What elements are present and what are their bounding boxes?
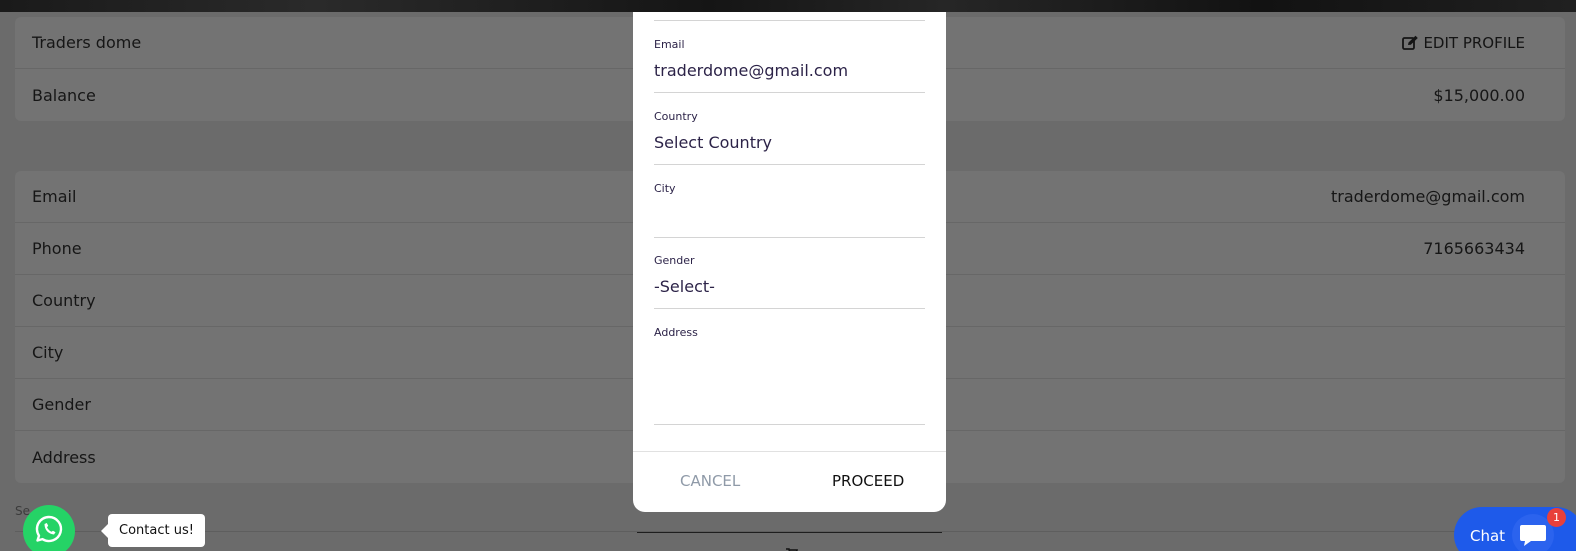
edit-profile-label: EDIT PROFILE [1423, 33, 1525, 52]
edit-profile-modal: Email traderdome@gmail.com Country Selec… [633, 12, 946, 512]
balance-label: Balance [32, 85, 96, 105]
detail-label: Gender [32, 395, 91, 414]
email-field-label: Email [654, 38, 685, 51]
proceed-button[interactable]: PROCEED [832, 472, 904, 490]
cart-icon [786, 541, 799, 551]
gender-select-value: -Select- [654, 277, 715, 296]
whatsapp-button[interactable] [23, 505, 75, 551]
detail-label: Address [32, 447, 96, 467]
gender-field-label: Gender [654, 254, 695, 267]
contact-us-tooltip: Contact us! [101, 514, 205, 547]
detail-value: traderdome@gmail.com [1330, 187, 1525, 206]
profile-name: Traders dome [32, 33, 142, 52]
detail-label: Country [32, 291, 96, 310]
header-image-strip [0, 0, 1576, 12]
gender-select[interactable]: Gender -Select- [654, 249, 925, 309]
email-field-value: traderdome@gmail.com [654, 61, 849, 80]
edit-icon [1402, 35, 1419, 51]
balance-value: $15,000.00 [1433, 85, 1525, 105]
country-select[interactable]: Country Select Country [654, 104, 925, 165]
detail-value: 7165663434 [1423, 239, 1525, 258]
address-textarea[interactable]: Address [654, 320, 925, 425]
cancel-button[interactable]: CANCEL [680, 472, 740, 490]
detail-label: Email [32, 187, 77, 206]
city-field-label: City [654, 182, 676, 195]
chat-notification-badge: 1 [1547, 508, 1566, 527]
previous-field-divider [654, 12, 925, 21]
country-select-value: Select Country [654, 133, 773, 152]
city-field[interactable]: City [654, 176, 925, 238]
email-field[interactable]: Email traderdome@gmail.com [654, 32, 925, 93]
chat-label: Chat [1470, 527, 1506, 545]
detail-label: City [32, 343, 64, 362]
detail-label: Phone [32, 239, 82, 258]
country-field-label: Country [654, 110, 698, 123]
modal-actions: CANCEL PROCEED [633, 451, 946, 512]
whatsapp-icon [34, 514, 64, 548]
address-field-label: Address [654, 326, 698, 339]
edit-profile-link[interactable]: EDIT PROFILE [1402, 34, 1525, 52]
